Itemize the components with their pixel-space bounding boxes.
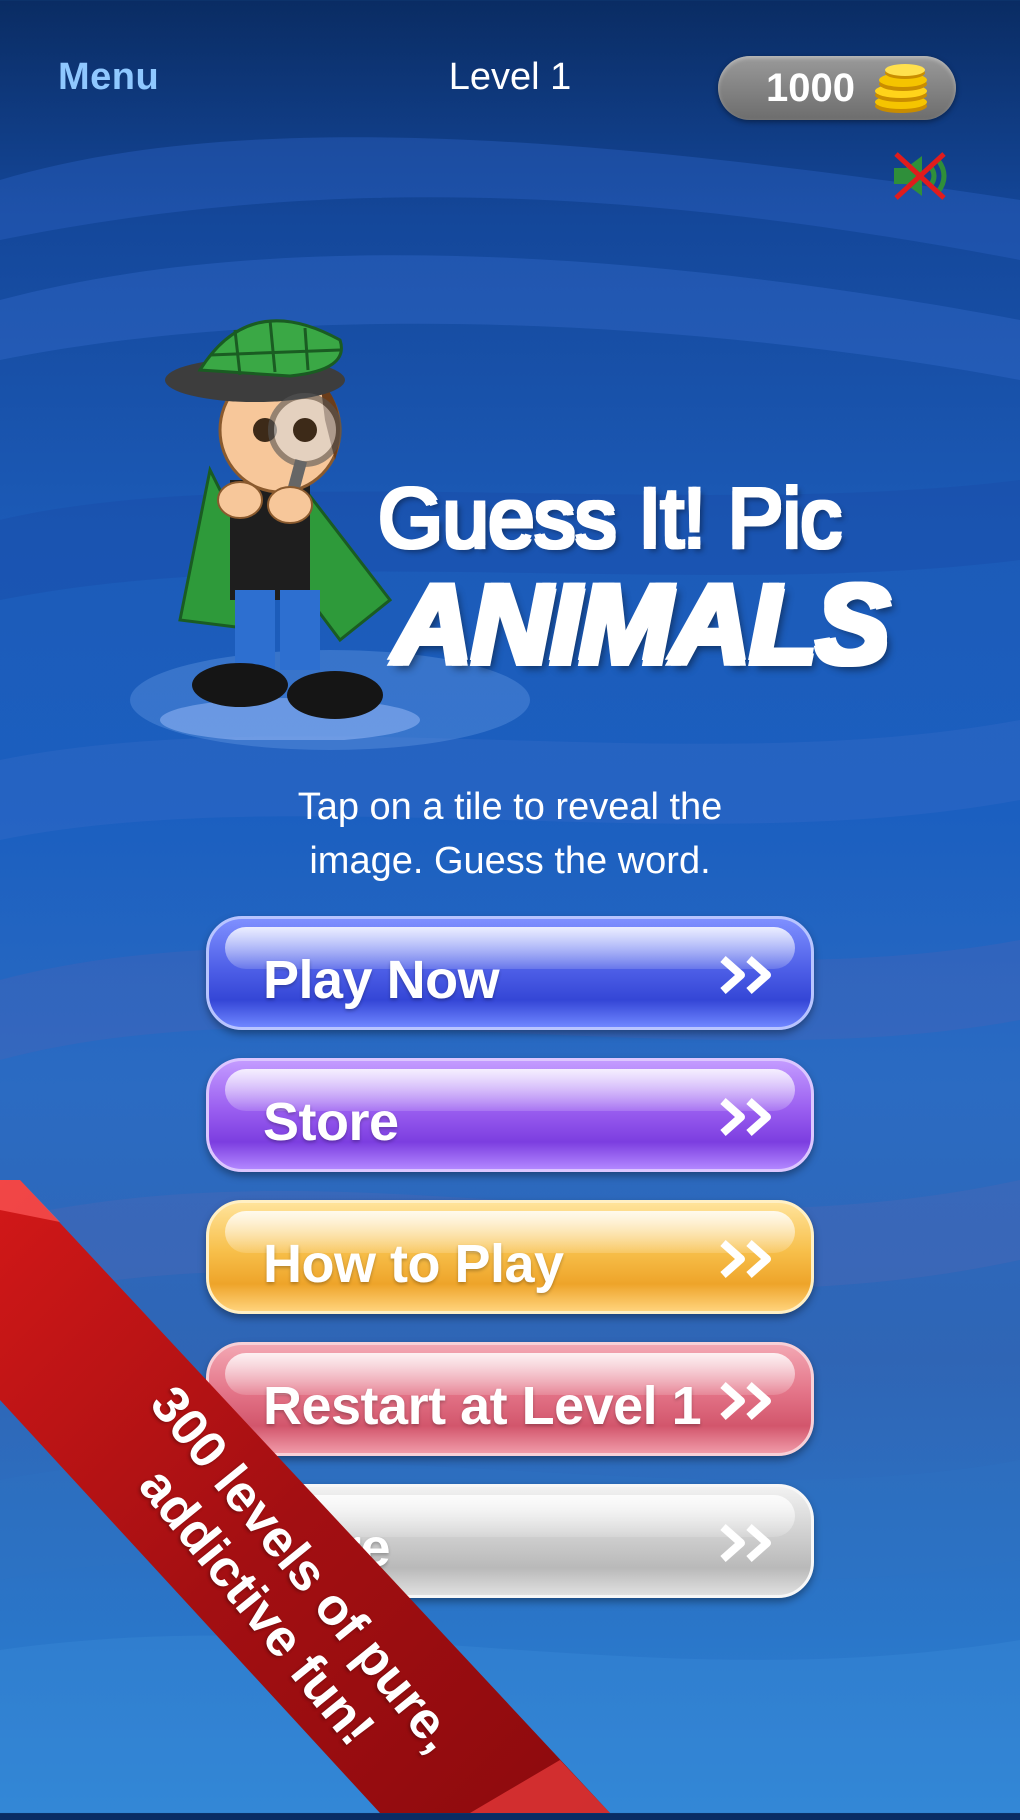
play-now-button[interactable]: Play Now: [206, 916, 814, 1030]
logo-title-line2: ANIMALS: [392, 562, 890, 687]
logo-title-line1: Guess It! Pic: [378, 471, 842, 565]
double-chevron-right-icon: [720, 1524, 771, 1562]
instructions-text: Tap on a tile to reveal the image. Guess…: [210, 780, 810, 888]
store-button[interactable]: Store: [206, 1058, 814, 1172]
double-chevron-right-icon: [720, 1240, 771, 1278]
double-chevron-right-icon: [720, 1098, 771, 1136]
sound-toggle-muted-icon[interactable]: [888, 148, 958, 204]
double-chevron-right-icon: [720, 1382, 771, 1420]
double-chevron-right-icon: [720, 956, 771, 994]
store-label: Store: [263, 1092, 399, 1152]
coin-count: 1000: [766, 66, 855, 110]
play-now-label: Play Now: [263, 950, 500, 1010]
coin-balance[interactable]: 1000: [718, 56, 956, 120]
top-bar: Menu Level 1 1000: [0, 0, 1020, 140]
instructions-line-1: Tap on a tile to reveal the: [297, 786, 723, 828]
coin-stack-icon: [875, 64, 927, 113]
instructions-line-2: image. Guess the word.: [309, 840, 711, 882]
